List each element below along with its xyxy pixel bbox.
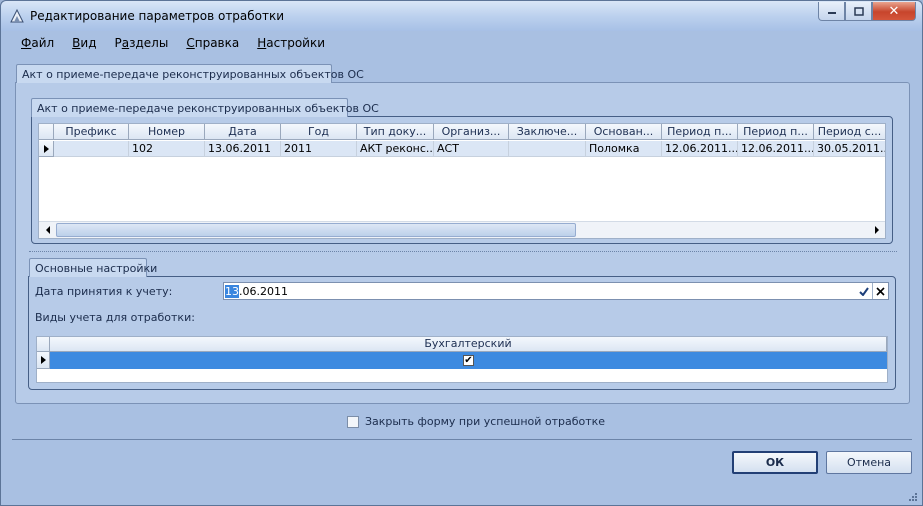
cancel-button[interactable]: Отмена	[826, 451, 912, 474]
close-on-success-option[interactable]: Закрыть форму при успешной отработке	[347, 415, 605, 428]
maximize-icon	[853, 6, 864, 16]
menu-bar: Файл Вид Разделы Справка Настройки	[12, 34, 334, 52]
accounting-types-label: Виды учета для отработки:	[35, 311, 195, 324]
arrow-right-icon	[874, 226, 879, 234]
accounting-checkbox[interactable]: ✔	[463, 355, 474, 366]
scroll-thumb[interactable]	[56, 223, 576, 237]
maximize-button[interactable]	[845, 2, 872, 21]
app-icon	[10, 8, 24, 23]
column-header[interactable]: Префикс	[54, 124, 129, 140]
column-header-accounting[interactable]: Бухгалтерский	[50, 337, 887, 352]
table-cell[interactable]: 2011	[281, 141, 357, 157]
minimize-icon	[827, 12, 836, 14]
table-cell[interactable]	[54, 141, 129, 157]
grid-header: Бухгалтерский	[37, 337, 887, 352]
table-cell[interactable]: АСТ	[434, 141, 509, 157]
table-row[interactable]: 102 13.06.2011 2011 АКТ реконс... АСТ По…	[39, 141, 885, 157]
arrow-left-icon	[45, 226, 50, 234]
act-grid[interactable]: Префикс Номер Дата Год Тип доку... Орган…	[38, 123, 886, 239]
table-cell[interactable]: АКТ реконс...	[357, 141, 434, 157]
current-row-icon	[40, 356, 46, 364]
row-indicator	[39, 141, 54, 157]
grid-corner	[39, 124, 54, 140]
menu-sections[interactable]: Разделы	[106, 34, 178, 52]
grid-corner	[37, 337, 50, 352]
dialog-window: Редактирование параметров отработки ✕ Фа…	[0, 0, 923, 506]
table-row[interactable]: ✔	[37, 352, 887, 369]
column-header[interactable]: Организ...	[434, 124, 509, 140]
tab-act-inner[interactable]: Акт о приеме-передаче реконструированных…	[31, 98, 379, 117]
footer-divider	[12, 439, 912, 440]
scroll-right-button[interactable]	[868, 222, 885, 238]
accounting-types-grid[interactable]: Бухгалтерский ✔	[36, 336, 888, 383]
date-clear-button[interactable]	[872, 283, 888, 299]
table-cell[interactable]: 102	[129, 141, 205, 157]
resize-grip-icon[interactable]	[908, 492, 918, 502]
column-header[interactable]: Период с...	[814, 124, 885, 140]
close-on-success-checkbox[interactable]	[347, 415, 359, 428]
accounting-date-input[interactable]: 13.06.2011	[223, 282, 889, 300]
menu-view[interactable]: Вид	[63, 34, 105, 52]
close-icon: ✕	[888, 3, 900, 18]
splitter[interactable]	[29, 251, 897, 252]
column-header[interactable]: Период п...	[662, 124, 738, 140]
date-confirm-button[interactable]	[856, 283, 872, 299]
window-title: Редактирование параметров отработки	[30, 9, 285, 23]
column-header[interactable]: Основан...	[586, 124, 662, 140]
table-cell[interactable]: 12.06.2011...	[662, 141, 738, 157]
accounting-cell[interactable]: ✔	[50, 352, 887, 369]
menu-help[interactable]: Справка	[177, 34, 248, 52]
title-bar[interactable]: Редактирование параметров отработки ✕	[1, 1, 922, 31]
clear-icon	[876, 286, 885, 296]
grid-horizontal-scrollbar[interactable]	[39, 221, 885, 238]
column-header[interactable]: Год	[281, 124, 357, 140]
scroll-left-button[interactable]	[39, 222, 56, 238]
checkmark-icon	[859, 286, 869, 296]
column-header[interactable]: Тип доку...	[357, 124, 434, 140]
column-header[interactable]: Дата	[205, 124, 281, 140]
close-window-button[interactable]: ✕	[872, 2, 916, 21]
table-cell[interactable]: 12.06.2011...	[738, 141, 814, 157]
table-cell[interactable]	[509, 141, 586, 157]
menu-file[interactable]: Файл	[12, 34, 63, 52]
current-row-icon	[43, 144, 49, 153]
row-indicator	[37, 352, 50, 369]
close-on-success-label[interactable]: Закрыть форму при успешной отработке	[365, 415, 605, 428]
date-value[interactable]: 13.06.2011	[225, 285, 288, 298]
date-label: Дата принятия к учету:	[35, 285, 173, 298]
table-cell[interactable]: 30.05.2011...	[814, 141, 885, 157]
table-cell[interactable]: Поломка	[586, 141, 662, 157]
menu-settings[interactable]: Настройки	[248, 34, 334, 52]
ok-button[interactable]: ОК	[732, 451, 818, 474]
grid-header: Префикс Номер Дата Год Тип доку... Орган…	[39, 124, 885, 140]
table-cell[interactable]: 13.06.2011	[205, 141, 281, 157]
column-header[interactable]: Период п...	[738, 124, 814, 140]
column-header[interactable]: Заключе...	[509, 124, 586, 140]
minimize-button[interactable]	[818, 2, 845, 21]
caption-buttons: ✕	[818, 2, 916, 21]
tab-act-outer[interactable]: Акт о приеме-передаче реконструированных…	[16, 64, 364, 83]
tab-main-settings[interactable]: Основные настройки	[29, 258, 157, 277]
column-header[interactable]: Номер	[129, 124, 205, 140]
